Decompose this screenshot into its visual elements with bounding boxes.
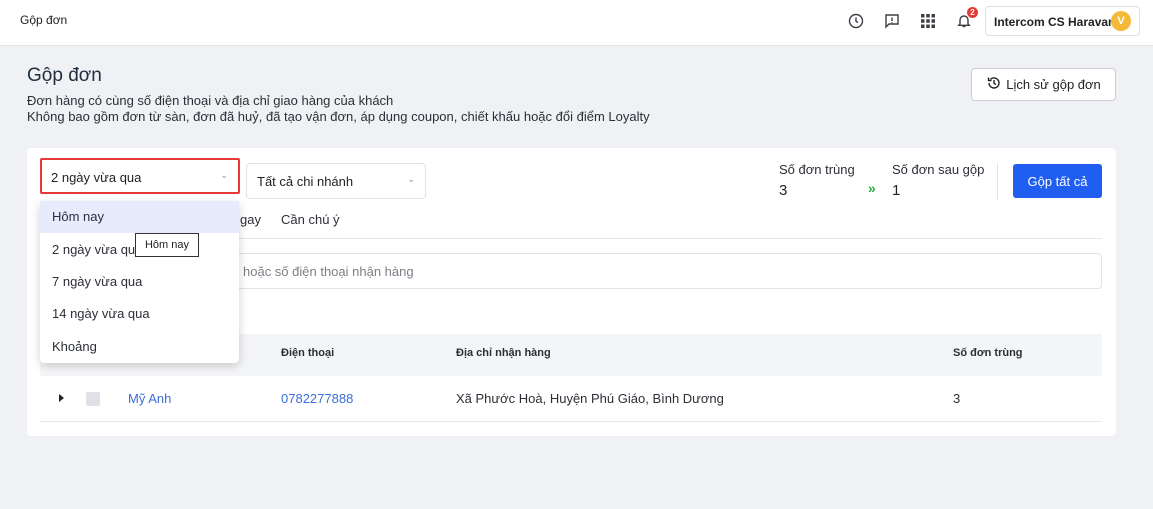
feedback-icon[interactable] [883, 12, 901, 30]
account-menu[interactable]: Intercom CS Haravan V [985, 6, 1140, 36]
merge-all-button[interactable]: Gộp tất cả [1013, 164, 1102, 198]
tooltip: Hôm nay [135, 233, 199, 257]
date-range-select[interactable]: 2 ngày vừa qua ⌄ [40, 158, 240, 194]
date-option-7-days[interactable]: 7 ngày vừa qua [40, 266, 239, 298]
breadcrumb[interactable]: Gộp đơn [20, 13, 67, 27]
expand-caret-icon[interactable] [59, 394, 64, 402]
merge-history-button[interactable]: Lịch sử gộp đơn [971, 68, 1116, 101]
tab-needs-attention[interactable]: Cần chú ý [281, 212, 340, 227]
account-name: Intercom CS Haravan [994, 15, 1116, 29]
bell-icon[interactable]: 2 [955, 7, 978, 30]
address-cell: Xã Phước Hoà, Huyện Phú Giáo, Bình Dương [456, 391, 724, 406]
table-row[interactable]: Mỹ Anh 0782277888 Xã Phước Hoà, Huyện Ph… [40, 377, 1102, 422]
page-title: Gộp đơn [27, 65, 102, 86]
double-chevron-right-icon: » [868, 180, 876, 196]
duplicate-count-cell: 3 [953, 391, 961, 406]
branch-value: Tất cả chi nhánh [257, 174, 354, 189]
duplicate-orders-label: Số đơn trùng [779, 162, 855, 177]
customer-name-link[interactable]: Mỹ Anh [128, 391, 171, 406]
date-option-today[interactable]: Hôm nay [40, 201, 239, 233]
duplicate-orders-value: 3 [779, 182, 788, 199]
date-option-range[interactable]: Khoảng [40, 331, 239, 363]
page-description-line-2: Không bao gồm đơn từ sàn, đơn đã huỷ, đã… [27, 109, 650, 124]
page-description-line-1: Đơn hàng có cùng số điện thoại và địa ch… [27, 93, 394, 108]
column-phone: Điện thoại [281, 347, 335, 359]
apps-grid-icon[interactable] [919, 12, 937, 30]
search-placeholder: hoặc số điện thoại nhận hàng [243, 264, 414, 279]
date-option-14-days[interactable]: 14 ngày vừa qua [40, 298, 239, 330]
after-merge-value: 1 [892, 182, 901, 199]
date-range-dropdown: Hôm nay 2 ngày vừa qua 7 ngày vừa qua 14… [40, 201, 239, 363]
top-bar: Gộp đơn 2 Intercom CS Haravan V [0, 0, 1153, 46]
notification-badge: 2 [967, 7, 978, 18]
after-merge-label: Số đơn sau gộp [892, 162, 985, 177]
merge-history-label: Lịch sử gộp đơn [1006, 77, 1101, 92]
divider [997, 163, 998, 199]
date-range-value: 2 ngày vừa qua [51, 170, 142, 185]
column-address: Địa chỉ nhận hàng [456, 347, 551, 359]
branch-select[interactable]: Tất cả chi nhánh ⌄ [246, 163, 426, 199]
row-checkbox[interactable] [86, 392, 100, 406]
column-duplicate-count: Số đơn trùng [953, 347, 1023, 359]
chevron-down-icon: ⌄ [220, 170, 228, 180]
history-icon [986, 75, 1002, 94]
tab-all[interactable]: gay [240, 212, 261, 227]
history-circle-icon[interactable] [847, 12, 865, 30]
phone-link[interactable]: 0782277888 [281, 391, 353, 406]
chevron-down-icon: ⌄ [407, 174, 415, 184]
avatar: V [1111, 11, 1131, 31]
